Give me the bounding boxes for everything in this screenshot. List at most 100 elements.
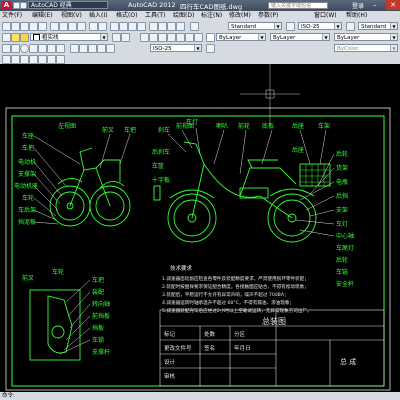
explode-icon[interactable] [56,55,65,64]
login-button[interactable]: 登录 [352,1,364,10]
label-right-3: 电瓶 [336,178,348,186]
radius-dim-icon[interactable] [88,44,97,53]
menu-format[interactable]: 格式(O) [116,12,137,20]
chamfer-icon[interactable] [38,55,47,64]
redo-icon[interactable] [98,22,107,31]
label-top-1: 前叉 [102,126,114,134]
search-input[interactable]: 键入关键字或短语 [268,2,328,9]
dim-style-select-2[interactable]: ISO-25 ▼ [150,44,202,52]
menu-tools[interactable]: 工具(T) [145,12,165,20]
main-frame [183,141,297,219]
fillet-icon[interactable] [47,55,56,64]
workspace-selector[interactable]: AutoCAD 经典 [28,1,108,9]
match-properties-icon[interactable] [77,22,86,31]
label-left-7: 车后架 [18,206,36,214]
help-icon[interactable] [176,22,185,31]
dimension-icon[interactable] [70,44,79,53]
chevron-down-icon: ▼ [274,23,281,29]
menu-draw[interactable]: 绘图(D) [173,12,194,20]
pan-icon[interactable] [110,22,119,31]
table-style-icon[interactable] [346,22,355,31]
paste-icon[interactable] [68,22,77,31]
label-bottom-5: 转向轴 [92,300,110,308]
menu-view[interactable]: 视图(V) [61,12,82,20]
lineweight-select[interactable]: ByLayer ▼ [334,33,398,41]
copy-icon[interactable] [59,22,68,31]
text-style-select[interactable]: Standard ▼ [228,22,282,30]
zoom-previous-icon[interactable] [137,22,146,31]
menu-help[interactable]: 帮助(H) [346,12,367,20]
drawing-svg: 车座 车把 电动机 支撑架 电动机座 车轮 车后架 挡泥板 左视图 前视图 前叉… [5,64,391,391]
offset-icon[interactable] [167,33,176,42]
minimize-icon[interactable]: – [373,1,380,9]
leader-icon[interactable] [97,44,106,53]
cut-icon[interactable] [50,22,59,31]
design-center-icon[interactable] [158,22,167,31]
open-icon[interactable] [11,22,20,31]
menu-parametric[interactable]: 参数(P) [258,12,278,20]
chevron-down-icon: ▼ [334,23,341,29]
command-line[interactable]: 命令: [2,392,15,400]
linetype-select[interactable]: ByLayer ▼ [270,33,330,41]
line-icon[interactable] [2,44,11,53]
label-left-3: 电动机 [18,158,36,166]
undo-icon[interactable] [89,22,98,31]
erase-icon[interactable] [2,55,11,64]
zoom-window-icon[interactable] [128,22,137,31]
make-current-icon[interactable] [112,33,121,42]
tech-line-3: 3.装配后，平稳运行不允许有异常声响，噪声不超过 70dBA； [162,291,289,298]
copy-object-icon[interactable] [149,33,158,42]
tool-palette-icon[interactable] [167,22,176,31]
table-style-select[interactable]: Standard ▼ [358,22,398,30]
bulb-icon[interactable] [11,33,20,42]
plot-style-select[interactable]: ByColor ▼ [334,44,398,52]
mirror-icon[interactable] [158,33,167,42]
dim-style-icon[interactable] [286,22,295,31]
label-right-5: 支架 [336,206,348,214]
menu-file[interactable]: 文件(F) [2,12,22,20]
break-icon[interactable] [29,55,38,64]
trim-icon[interactable] [11,55,20,64]
extend-icon[interactable] [20,55,29,64]
print-icon[interactable] [29,22,38,31]
save-icon[interactable] [20,22,29,31]
menu-window[interactable]: 窗口(W) [314,12,337,20]
layer-select[interactable]: 粗实线 ▼ [30,33,108,41]
style-icon[interactable] [190,22,199,31]
move-icon[interactable] [140,33,149,42]
zoom-icon[interactable] [119,22,128,31]
menu-dimension[interactable]: 标注(N) [201,12,222,20]
hatch-icon[interactable] [47,44,56,53]
new-icon[interactable] [2,22,11,31]
menu-modify[interactable]: 修改(M) [229,12,251,20]
app-logo-icon[interactable]: A [2,1,11,10]
properties-icon[interactable] [149,22,158,31]
rectangle-icon[interactable] [38,44,47,53]
preview-icon[interactable] [38,22,47,31]
rotate-icon[interactable] [185,33,194,42]
status-bar: 命令: [0,392,400,400]
open-icon[interactable] [20,2,27,9]
color-icon[interactable] [206,33,215,42]
tolerance-icon[interactable] [106,44,115,53]
polyline-icon[interactable] [11,44,20,53]
color-select[interactable]: ByLayer ▼ [216,33,266,41]
layer-manager-icon[interactable] [2,33,11,42]
dim-style-select[interactable]: ISO-25 ▼ [298,22,342,30]
arc-icon[interactable] [29,44,38,53]
workspace-label: AutoCAD 经典 [31,2,72,9]
text-icon[interactable] [56,44,65,53]
menu-insert[interactable]: 插入(I) [89,12,107,20]
aligned-dim-icon[interactable] [79,44,88,53]
new-icon[interactable] [13,2,20,9]
menu-edit[interactable]: 编辑(E) [32,12,52,20]
scale-icon[interactable] [194,33,203,42]
array-icon[interactable] [176,33,185,42]
circle-icon[interactable] [20,44,29,53]
label-right-8: 车尾灯 [336,244,354,252]
dim-update-icon[interactable] [206,44,215,53]
close-icon[interactable]: ✕ [386,0,400,10]
layer-previous-icon[interactable] [121,33,130,42]
drawing-canvas[interactable]: 车座 车把 电动机 支撑架 电动机座 车轮 车后架 挡泥板 左视图 前视图 前叉… [0,64,400,392]
sun-icon[interactable] [20,33,29,42]
